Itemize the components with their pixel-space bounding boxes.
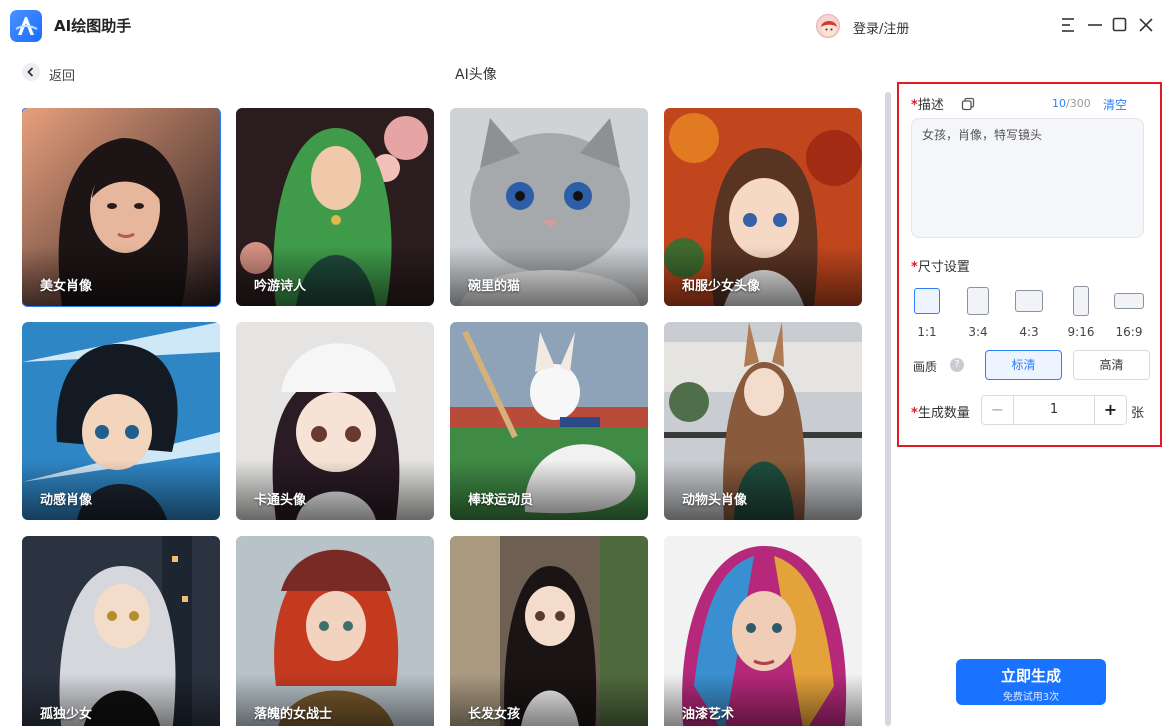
count-unit: 张 [1131, 406, 1145, 421]
generate-button[interactable]: 立即生成 免费试用3次 [956, 659, 1106, 705]
quantity-input[interactable]: 1 [1014, 396, 1094, 424]
template-card[interactable]: 美女肖像 [22, 108, 221, 307]
template-card[interactable]: 动感肖像 [22, 322, 220, 520]
generate-label: 立即生成 [1000, 667, 1061, 685]
template-label: 和服少女头像 [682, 279, 761, 294]
template-label: 油漆艺术 [682, 707, 735, 722]
menu-icon[interactable] [1058, 14, 1080, 36]
description-input[interactable]: 女孩，肖像，特写镜头 [911, 118, 1144, 238]
size-settings-label: *尺寸设置 [911, 260, 970, 275]
page-title: AI头像 [455, 67, 497, 83]
user-avatar[interactable] [816, 14, 840, 38]
quality-high-button[interactable]: 高清 [1073, 350, 1150, 380]
decrement-button[interactable]: − [982, 396, 1014, 424]
template-card[interactable]: 落魄的女战士 [236, 536, 434, 726]
quality-standard-button[interactable]: 标清 [985, 350, 1062, 380]
title-bar: AI绘图助手 登录/注册 [0, 0, 1170, 52]
quantity-stepper: − 1 + [981, 395, 1127, 425]
description-label: *描述 [911, 98, 944, 113]
template-card[interactable]: 油漆艺术 [664, 536, 862, 726]
close-icon[interactable] [1135, 14, 1157, 36]
template-label: 孤独少女 [40, 707, 93, 722]
chevron-left-icon [27, 67, 34, 77]
clear-button[interactable]: 清空 [1103, 96, 1127, 113]
quality-label: 画质 [913, 360, 938, 374]
copy-icon[interactable] [961, 96, 975, 111]
template-label: 棒球运动员 [468, 493, 534, 508]
template-card[interactable]: 动物头肖像 [664, 322, 862, 520]
template-card[interactable]: 碗里的猫 [450, 108, 648, 306]
minimize-icon[interactable] [1084, 14, 1106, 36]
template-label: 动感肖像 [40, 493, 93, 508]
app-title: AI绘图助手 [54, 17, 132, 35]
back-button[interactable] [22, 63, 40, 81]
ratio-option-1-1[interactable]: 1:1 [911, 286, 943, 339]
template-label: 美女肖像 [40, 279, 93, 294]
ratio-option-4-3[interactable]: 4:3 [1013, 286, 1045, 339]
template-label: 碗里的猫 [468, 279, 521, 294]
scrollbar-thumb[interactable] [885, 92, 891, 726]
back-label[interactable]: 返回 [49, 65, 75, 84]
settings-panel: *描述 10/300 清空 女孩，肖像，特写镜头 *尺寸设置 1:1 3:4 4… [897, 82, 1162, 447]
template-card[interactable]: 和服少女头像 [664, 108, 862, 306]
template-card[interactable]: 吟游诗人 [236, 108, 434, 306]
char-counter: 10/300 [1052, 97, 1091, 110]
template-card[interactable]: 卡通头像 [236, 322, 434, 520]
template-label: 动物头肖像 [682, 493, 748, 508]
ratio-option-3-4[interactable]: 3:4 [962, 286, 994, 339]
template-label: 吟游诗人 [254, 279, 307, 294]
template-card[interactable]: 长发女孩 [450, 536, 648, 726]
template-label: 落魄的女战士 [254, 707, 333, 722]
template-card[interactable]: 孤独少女 [22, 536, 220, 726]
ratio-option-9-16[interactable]: 9:16 [1065, 286, 1097, 339]
increment-button[interactable]: + [1094, 396, 1126, 424]
template-card[interactable]: 棒球运动员 [450, 322, 648, 520]
maximize-icon[interactable] [1109, 14, 1131, 36]
template-label: 长发女孩 [468, 707, 521, 722]
free-trial-label: 免费试用3次 [1002, 692, 1060, 703]
help-icon[interactable]: ? [950, 358, 964, 372]
template-label: 卡通头像 [254, 493, 307, 508]
login-register-link[interactable]: 登录/注册 [853, 18, 909, 37]
template-gallery: 美女肖像 吟游诗人 碗里的猫 和服少女头像 动感肖像 卡通头像 棒球运动员 动物… [22, 108, 872, 726]
app-logo [10, 10, 42, 42]
gallery-scrollbar[interactable] [885, 92, 891, 726]
count-label: *生成数量 [911, 406, 970, 421]
ratio-option-16-9[interactable]: 16:9 [1113, 286, 1145, 339]
